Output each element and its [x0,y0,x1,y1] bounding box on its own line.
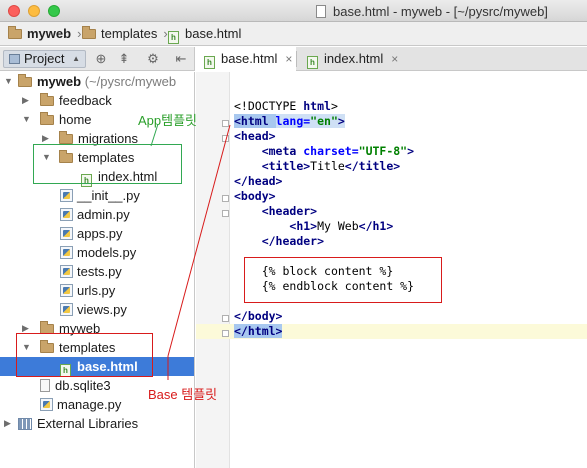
app-template-pointer-line [150,123,159,147]
base-template-annotation: Base 템플릿 [148,387,218,402]
annotation-arrows [150,123,231,380]
base-template-link-line [167,124,231,357]
base-template-highlight-box [16,333,153,377]
block-content-highlight-box [244,257,442,303]
